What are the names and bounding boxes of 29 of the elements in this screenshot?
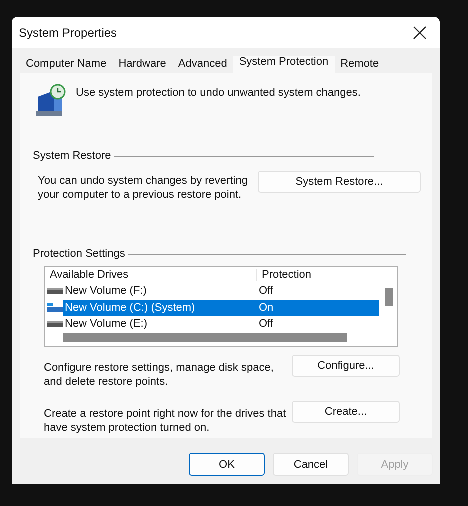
column-header[interactable]: Protection [257,269,312,281]
group-heading: System Restore [33,150,112,162]
close-icon[interactable] [413,26,427,40]
drive-icon [47,287,63,296]
drive-row[interactable]: New Volume (F:) Off [63,283,379,300]
action-button[interactable]: Create... [292,401,400,423]
description-text: Create a restore point right now for the drives that have system protection turned on. [44,407,288,435]
system-drive-icon [47,302,63,313]
computer-clock-icon [34,83,68,117]
column-header[interactable]: Available Drives [45,269,257,281]
intro-text: Use system protection to undo unwanted system changes. [76,86,361,100]
drive-row[interactable]: New Volume (E:) Off [63,316,379,332]
dialog-button[interactable]: OK [189,453,265,476]
dialog-button[interactable]: Cancel [273,453,349,476]
system-restore-button[interactable]: System Restore... [258,171,421,193]
tab[interactable]: Hardware [112,56,172,73]
description-text: You can undo system changes by reverting your computer to a previous restore point. [38,174,248,202]
tab[interactable]: System Protection [233,56,335,73]
tab[interactable]: Computer Name [20,56,113,73]
action-button[interactable]: Configure... [292,355,400,377]
window-title: System Properties [19,26,118,40]
scrollbar-thumb[interactable] [385,288,393,306]
group-heading: Protection Settings [33,248,126,260]
description-text: Configure restore settings, manage disk space, and delete restore points. [44,361,275,389]
scrollbar-thumb[interactable] [63,333,347,342]
drive-icon [47,320,63,328]
tab[interactable]: Advanced [172,56,234,73]
tab[interactable]: Remote [334,56,386,73]
drive-row[interactable]: New Volume (C:) (System) On [63,300,379,316]
